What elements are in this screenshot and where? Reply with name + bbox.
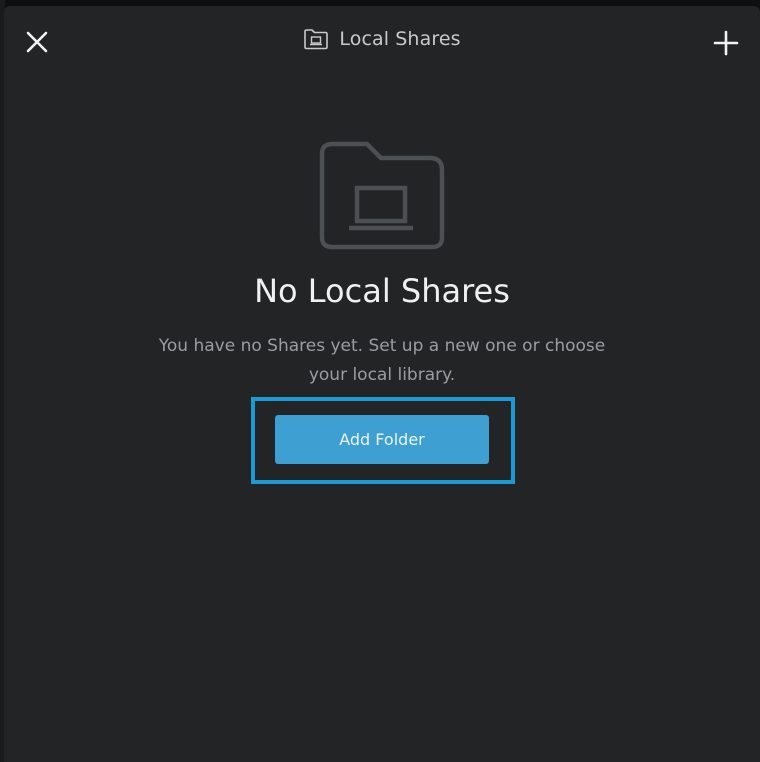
add-folder-button[interactable]: Add Folder <box>275 415 489 464</box>
empty-state-description-line1: You have no Shares yet. Set up a new one… <box>158 336 606 356</box>
local-shares-modal: Local Shares No Local Shares You have no… <box>4 6 760 762</box>
modal-title: Local Shares <box>339 28 461 50</box>
add-share-button[interactable] <box>712 29 740 57</box>
plus-icon <box>713 30 739 56</box>
folder-icon <box>303 28 329 50</box>
empty-state-description-line2: your local library. <box>308 365 456 385</box>
empty-state-description: You have no Shares yet. Set up a new one… <box>4 332 760 390</box>
folder-laptop-icon <box>317 140 447 250</box>
modal-title-group: Local Shares <box>4 28 760 50</box>
empty-state-heading: No Local Shares <box>254 272 510 310</box>
modal-header: Local Shares <box>4 6 760 78</box>
